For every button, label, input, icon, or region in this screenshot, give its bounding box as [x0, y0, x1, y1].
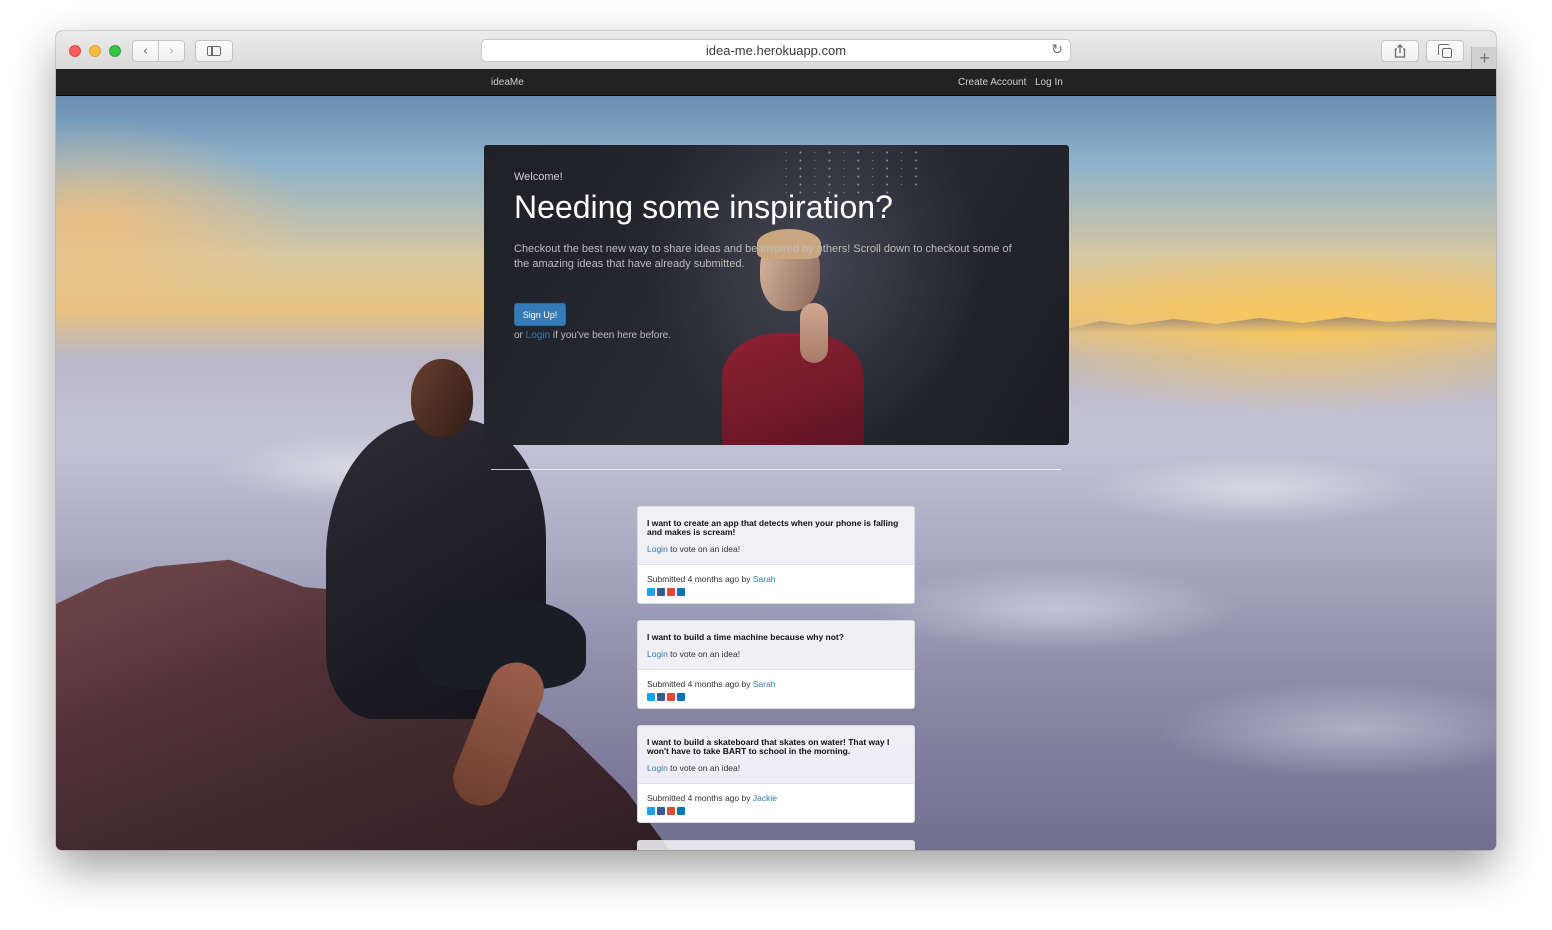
- vote-login-link[interactable]: Login: [647, 763, 668, 773]
- twitter-icon[interactable]: [647, 693, 655, 701]
- sidebar-button[interactable]: [195, 40, 233, 62]
- history-nav-group: ‹ ›: [132, 40, 185, 62]
- linkedin-icon[interactable]: [677, 693, 685, 701]
- log-in-link[interactable]: Log In: [1035, 77, 1063, 88]
- back-button[interactable]: ‹: [132, 40, 159, 62]
- top-navbar: ideaMe Create Account Log In: [56, 69, 1496, 96]
- share-icons: [647, 807, 905, 815]
- linkedin-icon[interactable]: [677, 807, 685, 815]
- hero-welcome: Welcome!: [514, 171, 563, 183]
- url-text: idea-me.herokuapp.com: [705, 43, 847, 58]
- zoom-window-button[interactable]: [109, 45, 121, 57]
- author-link[interactable]: Sarah: [753, 574, 776, 584]
- vote-prompt: Login to vote on an idea!: [647, 763, 905, 773]
- idea-card: I want to build a time machine because w…: [637, 620, 915, 709]
- twitter-icon[interactable]: [647, 807, 655, 815]
- idea-title: I want to build a time machine because w…: [647, 632, 844, 642]
- address-bar[interactable]: idea-me.herokuapp.com ↻: [481, 39, 1071, 62]
- browser-window: ‹ › idea-me.herokuapp.com ↻ + ideaMe Cre…: [56, 31, 1496, 850]
- section-divider: [491, 469, 1061, 470]
- new-tab-icon: +: [1479, 48, 1490, 68]
- close-window-button[interactable]: [69, 45, 81, 57]
- facebook-icon[interactable]: [657, 807, 665, 815]
- author-link[interactable]: Sarah: [753, 679, 776, 689]
- idea-title: I want to create an app that detects whe…: [647, 518, 899, 537]
- minimize-window-button[interactable]: [89, 45, 101, 57]
- idea-meta: Submitted 4 months ago by Sarah: [647, 574, 905, 584]
- twitter-icon[interactable]: [647, 588, 655, 596]
- vote-login-link[interactable]: Login: [647, 649, 668, 659]
- vote-text: to vote on an idea!: [667, 649, 741, 659]
- google-plus-icon[interactable]: [667, 807, 675, 815]
- new-tab-button[interactable]: +: [1471, 47, 1496, 70]
- tabs-icon: [1437, 43, 1452, 58]
- forward-button[interactable]: ›: [158, 40, 185, 62]
- google-plus-icon[interactable]: [667, 693, 675, 701]
- submitted-text: Submitted 4 months ago by: [647, 574, 753, 584]
- vote-text: to vote on an idea!: [667, 544, 741, 554]
- back-icon: ‹: [142, 43, 149, 59]
- create-account-link[interactable]: Create Account: [958, 77, 1026, 88]
- idea-meta: Submitted 4 months ago by Jackie: [647, 793, 905, 803]
- vote-prompt: Login to vote on an idea!: [647, 649, 905, 659]
- author-link[interactable]: Jackie: [753, 793, 777, 803]
- forward-icon: ›: [168, 43, 175, 59]
- vote-text: to vote on an idea!: [667, 763, 741, 773]
- web-page: ideaMe Create Account Log In · • · • · •…: [56, 69, 1496, 850]
- idea-title: I want to build a skateboard that skates…: [647, 737, 890, 756]
- submitted-text: Submitted 4 months ago by: [647, 679, 753, 689]
- show-tabs-button[interactable]: [1426, 40, 1464, 62]
- submitted-text: Submitted 4 months ago by: [647, 793, 753, 803]
- hero-lead: Checkout the best new way to share ideas…: [514, 243, 1012, 270]
- idea-card: I want to create an app that detects whe…: [637, 506, 915, 604]
- idea-card-partial: [637, 840, 915, 850]
- hero-login-link[interactable]: Login: [526, 330, 550, 341]
- hero-jumbotron: · • · • · • · • · • · • · • · • · • · • …: [484, 145, 1069, 445]
- login-prefix: or: [514, 330, 526, 341]
- idea-card: I want to build a skateboard that skates…: [637, 725, 915, 823]
- vote-prompt: Login to vote on an idea!: [647, 544, 905, 554]
- reload-icon[interactable]: ↻: [1051, 42, 1063, 58]
- login-prompt: or Login if you've been here before.: [514, 330, 671, 341]
- hero-headline: Needing some inspiration?: [514, 189, 893, 225]
- linkedin-icon[interactable]: [677, 588, 685, 596]
- browser-toolbar: ‹ › idea-me.herokuapp.com ↻ +: [56, 31, 1496, 70]
- share-icons: [647, 693, 905, 701]
- share-icon: [1394, 44, 1406, 58]
- facebook-icon[interactable]: [657, 693, 665, 701]
- login-suffix: if you've been here before.: [550, 330, 672, 341]
- hero-content: Welcome! Needing some inspiration? Check…: [514, 171, 1034, 272]
- vote-login-link[interactable]: Login: [647, 544, 668, 554]
- brand-link[interactable]: ideaMe: [491, 77, 524, 88]
- facebook-icon[interactable]: [657, 588, 665, 596]
- google-plus-icon[interactable]: [667, 588, 675, 596]
- sidebar-icon: [207, 46, 221, 56]
- sign-up-button[interactable]: Sign Up!: [514, 303, 566, 326]
- idea-meta: Submitted 4 months ago by Sarah: [647, 679, 905, 689]
- background-mountains: [1066, 317, 1496, 333]
- share-icons: [647, 588, 905, 596]
- share-button[interactable]: [1381, 40, 1419, 62]
